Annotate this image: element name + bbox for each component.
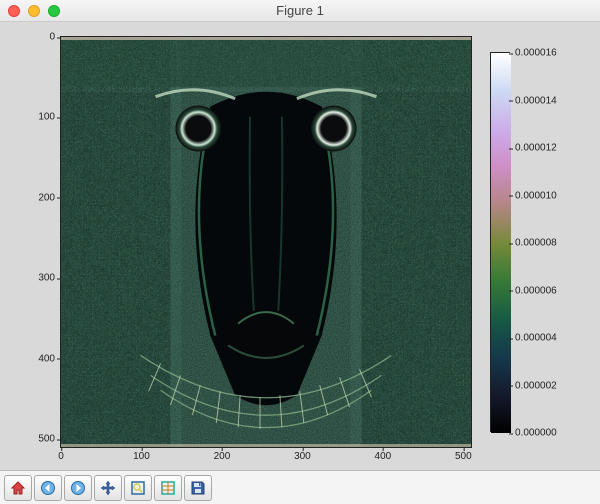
window-title: Figure 1 [0, 3, 600, 18]
y-tick: 400 [38, 353, 55, 364]
x-tick: 500 [455, 451, 472, 462]
y-tick: 500 [38, 434, 55, 445]
colorbar-tick: 0.000000 [515, 428, 557, 439]
minimize-icon[interactable] [28, 5, 40, 17]
colorbar-tick: 0.000014 [515, 95, 557, 106]
colorbar-tick: 0.000004 [515, 333, 557, 344]
forward-button[interactable] [64, 475, 92, 501]
colorbar-tick: 0.000002 [515, 380, 557, 391]
x-tick: 300 [294, 451, 311, 462]
home-icon [10, 480, 26, 496]
pan-icon [100, 480, 116, 496]
window-controls [0, 5, 60, 17]
y-tick: 300 [38, 273, 55, 284]
x-tick: 100 [133, 451, 150, 462]
y-tick: 100 [38, 112, 55, 123]
save-button[interactable] [184, 475, 212, 501]
figure-canvas: 01002003004005000100200300400500 [0, 22, 600, 470]
pan-button[interactable] [94, 475, 122, 501]
x-tick: 400 [375, 451, 392, 462]
colorbar-tick: 0.000008 [515, 238, 557, 249]
forward-icon [70, 480, 86, 496]
colorbar-tick: 0.000012 [515, 143, 557, 154]
heatmap-image [61, 37, 471, 447]
subplots-icon [160, 480, 176, 496]
window-titlebar: Figure 1 [0, 0, 600, 22]
x-tick: 0 [58, 451, 64, 462]
y-tick: 0 [49, 32, 55, 43]
zoom-window-icon[interactable] [48, 5, 60, 17]
back-icon [40, 480, 56, 496]
subplots-button[interactable] [154, 475, 182, 501]
axes-image[interactable]: 01002003004005000100200300400500 [60, 36, 472, 448]
x-tick: 200 [214, 451, 231, 462]
nav-toolbar [0, 470, 600, 504]
colorbar-gradient [491, 53, 511, 433]
colorbar-tick: 0.000016 [515, 48, 557, 59]
y-tick: 200 [38, 192, 55, 203]
zoom-button[interactable] [124, 475, 152, 501]
colorbar-tick: 0.000010 [515, 190, 557, 201]
save-icon [190, 480, 206, 496]
close-icon[interactable] [8, 5, 20, 17]
back-button[interactable] [34, 475, 62, 501]
colorbar: 0.0000000.0000020.0000040.0000060.000008… [490, 52, 510, 432]
colorbar-tick: 0.000006 [515, 285, 557, 296]
home-button[interactable] [4, 475, 32, 501]
zoom-icon [130, 480, 146, 496]
